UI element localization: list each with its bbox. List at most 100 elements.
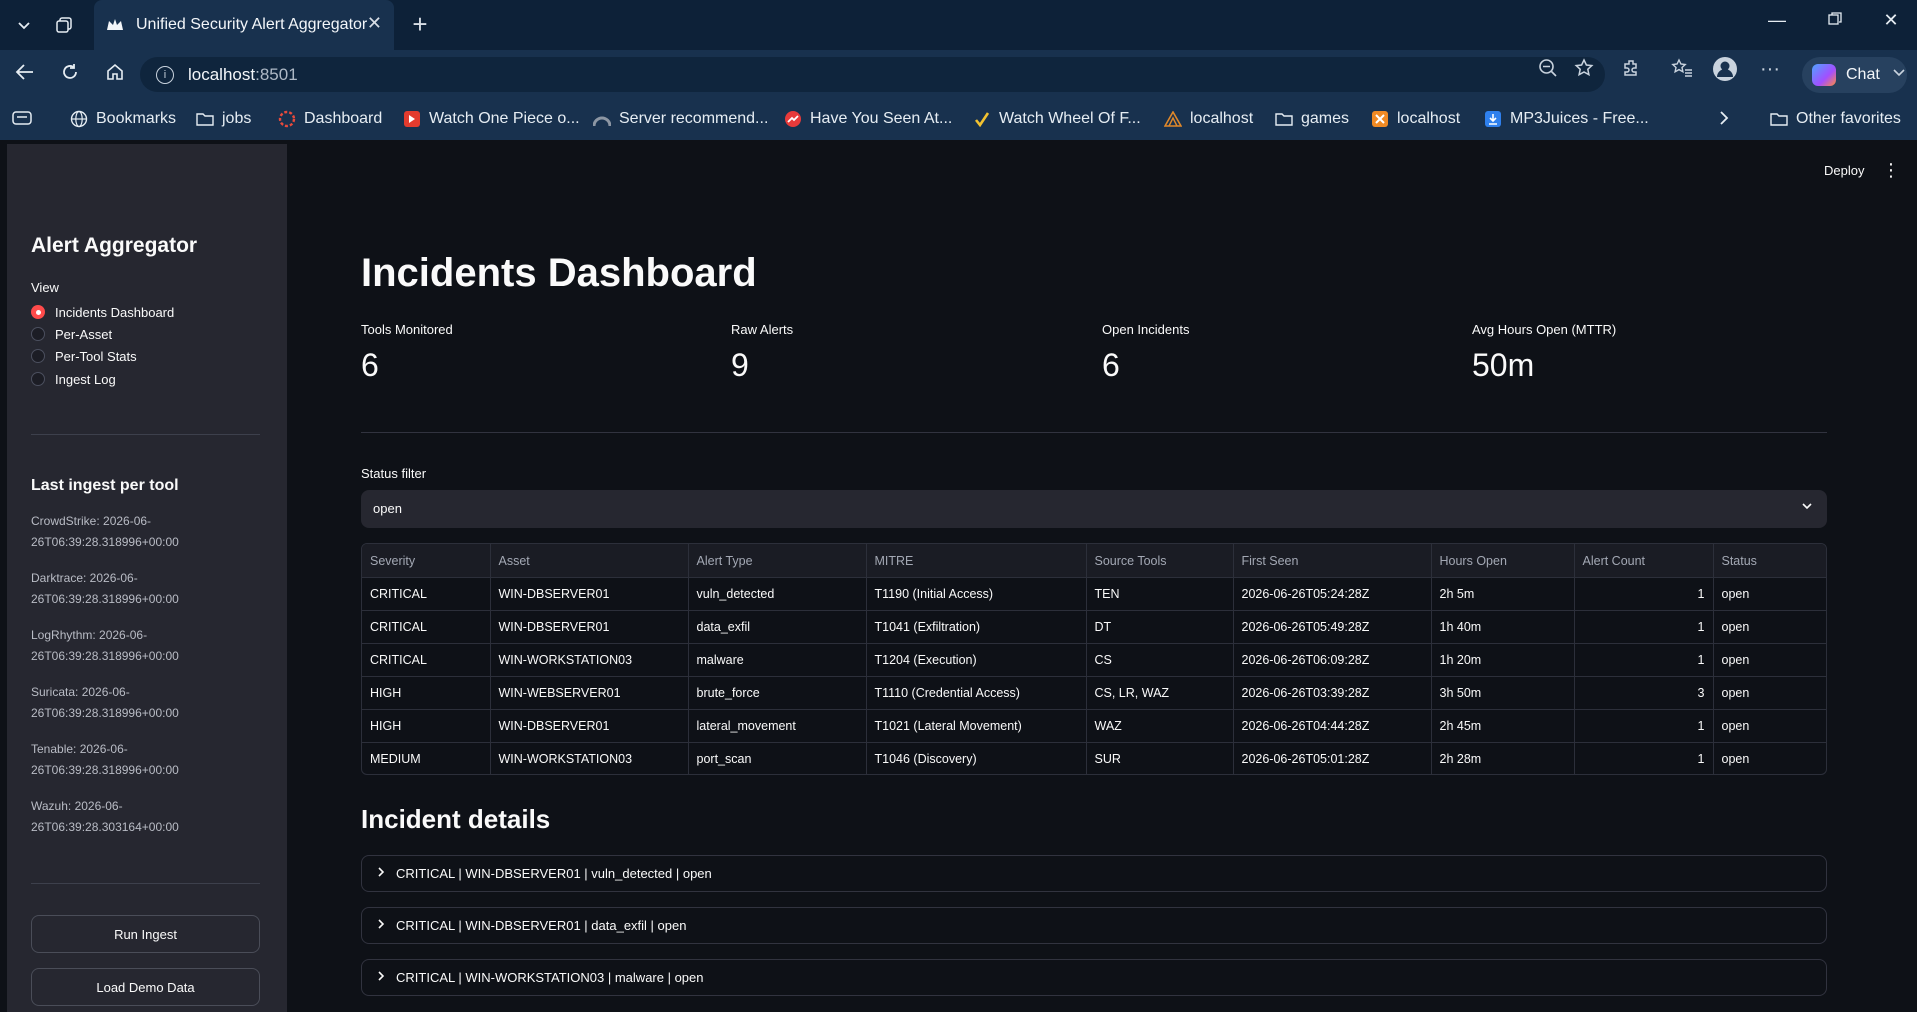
cell-status: open (1713, 676, 1826, 710)
column-header[interactable]: Hours Open (1431, 544, 1575, 578)
column-header[interactable]: Asset (490, 544, 689, 578)
ingest-item-tenable: Tenable: 2026-06- 26T06:39:28.318996+00:0… (31, 742, 179, 777)
favorite-star-icon[interactable] (1574, 58, 1594, 84)
deploy-button[interactable]: Deploy (1824, 163, 1864, 178)
radio-incidents-dashboard[interactable]: Incidents Dashboard (31, 302, 174, 322)
streamlit-crown-icon (106, 16, 124, 34)
minimize-icon[interactable]: — (1762, 10, 1792, 31)
sidebar-divider (31, 434, 260, 435)
browser-tab-active[interactable]: Unified Security Alert Aggregator ✕ (94, 0, 394, 50)
status-filter-select[interactable]: open (361, 490, 1827, 528)
folder-icon (1770, 111, 1788, 127)
reload-icon[interactable] (56, 63, 84, 87)
cell-mitre: T1021 (Lateral Movement) (866, 709, 1087, 743)
column-header[interactable]: First Seen (1233, 544, 1432, 578)
site-info-icon[interactable]: i (156, 65, 174, 84)
run-ingest-button[interactable]: Run Ingest (31, 915, 260, 953)
other-favorites[interactable]: Other favorites (1770, 110, 1901, 128)
column-header[interactable]: Alert Type (688, 544, 867, 578)
column-header[interactable]: Severity (362, 544, 491, 578)
ingest-item-wazuh: Wazuh: 2026-06- 26T06:39:28.303164+00:00 (31, 799, 179, 834)
radio-unselected-icon[interactable] (31, 349, 45, 363)
radio-per-asset[interactable]: Per-Asset (31, 324, 112, 344)
main-menu-kebab-icon[interactable]: ⋮ (1882, 160, 1900, 181)
cell-mitre: T1041 (Exfiltration) (866, 610, 1087, 644)
radio-unselected-icon[interactable] (31, 327, 45, 341)
status-filter-label: Status filter (361, 466, 427, 481)
bookmark-item[interactable]: Server recommend... (593, 110, 768, 128)
more-menu-icon[interactable]: ··· (1760, 58, 1780, 81)
cell-alert-type: brute_force (688, 676, 867, 710)
chat-chevron-down-icon[interactable] (1892, 63, 1906, 85)
load-demo-data-button[interactable]: Load Demo Data (31, 968, 260, 1006)
cell-source-tools: TEN (1086, 577, 1234, 611)
site-icon (1371, 111, 1389, 127)
table-row[interactable]: CRITICAL WIN-DBSERVER01 vuln_detected T1… (362, 577, 1826, 611)
sidebar: Alert Aggregator View Incidents Dashboar… (7, 144, 287, 1012)
tab-list-chevron-icon[interactable] (6, 8, 42, 42)
cell-first-seen: 2026-06-26T05:49:28Z (1233, 610, 1432, 644)
radio-selected-icon[interactable] (31, 305, 45, 319)
close-window-icon[interactable]: ✕ (1876, 10, 1906, 31)
incident-expander[interactable]: CRITICAL | WIN-WORKSTATION03 | malware |… (361, 959, 1827, 996)
bookmark-item[interactable]: localhost (1164, 110, 1253, 128)
table-row[interactable]: HIGH WIN-DBSERVER01 lateral_movement T10… (362, 709, 1826, 743)
zoom-out-icon[interactable] (1538, 58, 1558, 84)
bookmark-item[interactable]: Watch One Piece o... (403, 110, 580, 128)
column-header[interactable]: Alert Count (1574, 544, 1714, 578)
incident-expander[interactable]: CRITICAL | WIN-DBSERVER01 | data_exfil |… (361, 907, 1827, 944)
back-arrow-icon[interactable] (11, 63, 39, 87)
radio-unselected-icon[interactable] (31, 372, 45, 386)
favorites-list-icon[interactable] (1671, 58, 1693, 84)
extensions-icon[interactable] (1621, 58, 1641, 84)
cell-mitre: T1190 (Initial Access) (866, 577, 1087, 611)
column-header[interactable]: MITRE (866, 544, 1087, 578)
column-header[interactable]: Source Tools (1086, 544, 1234, 578)
cell-alert-count: 1 (1574, 742, 1714, 774)
bookmark-item[interactable]: Dashboard (278, 110, 382, 128)
bookmark-item[interactable]: Watch Wheel Of F... (973, 110, 1141, 128)
bookmark-item[interactable]: localhost (1371, 110, 1460, 128)
cell-status: open (1713, 577, 1826, 611)
home-icon[interactable] (101, 63, 129, 87)
cell-severity: HIGH (362, 709, 491, 743)
profile-avatar-icon[interactable] (1712, 56, 1738, 88)
incident-expander[interactable]: CRITICAL | WIN-DBSERVER01 | vuln_detecte… (361, 855, 1827, 892)
bookmarks-overflow-chevron-icon[interactable] (1718, 110, 1730, 126)
chevron-right-icon (376, 970, 388, 985)
table-row[interactable]: CRITICAL WIN-WORKSTATION03 malware T1204… (362, 643, 1826, 677)
cell-hours-open: 2h 5m (1431, 577, 1575, 611)
url-port: :8501 (255, 64, 298, 84)
cell-source-tools: CS (1086, 643, 1234, 677)
chevron-down-icon (1801, 500, 1813, 515)
bookmark-item[interactable]: Have You Seen At... (784, 110, 952, 128)
close-tab-icon[interactable]: ✕ (367, 13, 382, 34)
ingest-item-suricata: Suricata: 2026-06- 26T06:39:28.318996+00:… (31, 685, 179, 720)
bookmark-item[interactable]: jobs (196, 110, 251, 128)
globe-icon (70, 110, 88, 128)
incidents-table[interactable]: Severity Asset Alert Type MITRE Source T… (361, 543, 1827, 775)
cell-severity: HIGH (362, 676, 491, 710)
restore-icon[interactable] (1820, 10, 1850, 31)
address-bar[interactable]: i localhost:8501 (140, 57, 1605, 92)
radio-ingest-log[interactable]: Ingest Log (31, 369, 116, 389)
cell-alert-count: 1 (1574, 610, 1714, 644)
table-row[interactable]: MEDIUM WIN-WORKSTATION03 port_scan T1046… (362, 742, 1826, 774)
site-icon (784, 111, 802, 127)
table-row[interactable]: CRITICAL WIN-DBSERVER01 data_exfil T1041… (362, 610, 1826, 644)
ingest-item-crowdstrike: CrowdStrike: 2026-06- 26T06:39:28.318996+… (31, 514, 179, 549)
radio-per-tool-stats[interactable]: Per-Tool Stats (31, 346, 137, 366)
workspaces-icon[interactable] (46, 8, 82, 42)
new-tab-plus-icon[interactable]: + (406, 9, 434, 39)
tab-actions-icon[interactable] (12, 110, 32, 126)
bookmark-item[interactable]: MP3Juices - Free... (1484, 110, 1649, 128)
page-title: Incidents Dashboard (361, 251, 757, 295)
cell-alert-type: lateral_movement (688, 709, 867, 743)
cell-source-tools: CS, LR, WAZ (1086, 676, 1234, 710)
cell-hours-open: 2h 28m (1431, 742, 1575, 774)
sidebar-title: Alert Aggregator (31, 234, 198, 257)
table-row[interactable]: HIGH WIN-WEBSERVER01 brute_force T1110 (… (362, 676, 1826, 710)
bookmark-item[interactable]: Bookmarks (70, 110, 176, 128)
column-header[interactable]: Status (1713, 544, 1826, 578)
bookmark-item[interactable]: games (1275, 110, 1349, 128)
